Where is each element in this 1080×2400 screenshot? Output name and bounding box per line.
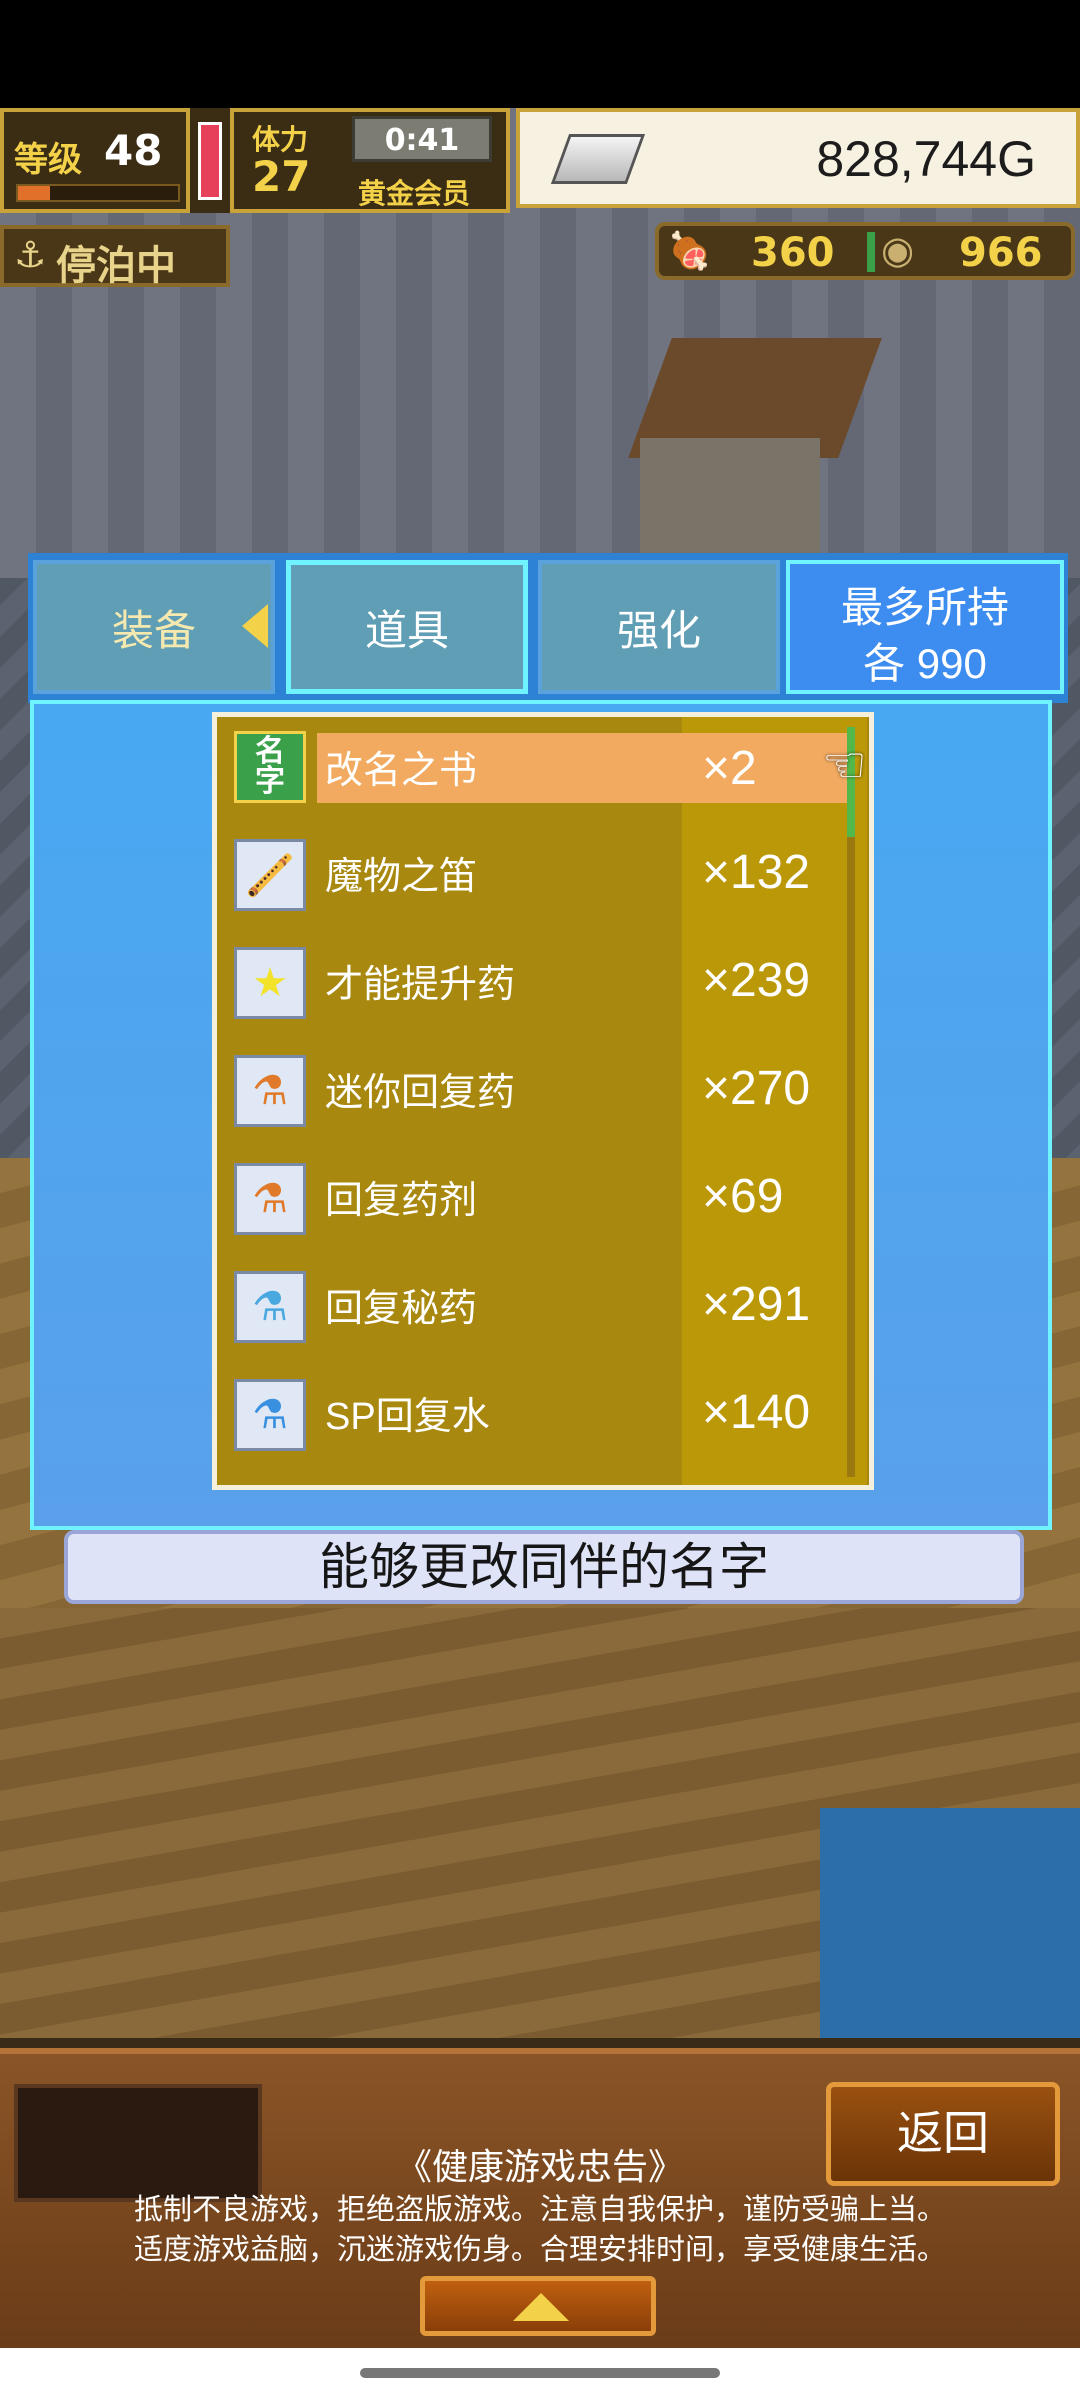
item-name: SP回复水 [325, 1396, 490, 1438]
star-icon: ★ [234, 947, 306, 1019]
item-quantity: ×239 [702, 954, 811, 1007]
item-quantity: ×69 [702, 1170, 784, 1223]
potion-icon: ⚗ [234, 1163, 306, 1235]
membership-label: 黄金会员 [358, 177, 471, 210]
stamina-tube [198, 122, 222, 200]
ship-rail [0, 2038, 1080, 2048]
max-hold-box: 最多所持 各 990 [786, 560, 1064, 694]
list-item[interactable]: ⚗ 回复秘药 ×291 [217, 1257, 869, 1365]
moored-status: ⚓ 停泊中 [0, 225, 230, 289]
stamina-gauge [190, 108, 230, 213]
gold-panel: 828,744G [516, 108, 1080, 208]
list-item[interactable]: 名字 改名之书 ×2 [217, 717, 869, 825]
resource-separator [867, 232, 875, 272]
item-name: 改名之书 [325, 750, 478, 792]
stamina-panel: 体力 27 0:41 黄金会员 [230, 108, 510, 213]
tab-enhance[interactable]: 强化 [538, 560, 780, 694]
item-name: 才能提升药 [325, 964, 516, 1006]
resources-panel: 🍖 360 ◉ 966 [655, 222, 1075, 280]
exp-bar-fill [18, 186, 50, 200]
tab-equipment[interactable]: 装备 [33, 560, 275, 694]
item-name: 回复药剂 [325, 1180, 478, 1222]
expand-button[interactable] [420, 2276, 656, 2336]
hand-pointer-icon: ☜ [822, 736, 867, 794]
item-quantity: ×270 [702, 1062, 811, 1115]
arrow-left-icon[interactable] [242, 604, 268, 648]
anchor-icon: ⚓ [14, 235, 47, 276]
level-label: 等级 [14, 140, 82, 180]
list-item[interactable]: ⚗ 迷你回复药 ×270 [217, 1041, 869, 1149]
list-item[interactable]: 🪈 魔物之笛 ×132 [217, 825, 869, 933]
sp-water-icon: ⚗ [234, 1379, 306, 1451]
meat-icon: 🍖 [667, 231, 712, 272]
max-hold-label: 最多所持 [840, 584, 1009, 631]
item-quantity: ×132 [702, 846, 811, 899]
max-hold-value: 各 990 [863, 640, 987, 687]
list-item[interactable]: ⚗ 回复药剂 ×69 [217, 1149, 869, 1257]
silver-ingot-icon [550, 134, 646, 184]
secret-potion-icon: ⚗ [234, 1271, 306, 1343]
arrow-up-icon [513, 2293, 569, 2321]
gold-value: 828,744G [816, 131, 1036, 187]
moored-label: 停泊中 [56, 243, 176, 289]
stamina-value: 27 [252, 152, 311, 201]
list-item[interactable]: ★ 才能提升药 ×239 [217, 933, 869, 1041]
bottom-panel: 返回 《健康游戏忠告》 抵制不良游戏，拒绝盗版游戏。注意自我保护，谨防受骗上当。… [0, 2048, 1080, 2348]
item-list[interactable]: 名字 改名之书 ×2 🪈 魔物之笛 ×132 ★ 才能提升药 ×239 ⚗ 迷你… [212, 712, 874, 1490]
name-book-icon: 名字 [234, 731, 306, 803]
item-description: 能够更改同伴的名字 [64, 1530, 1024, 1604]
mini-potion-icon: ⚗ [234, 1055, 306, 1127]
sea-water [820, 1808, 1080, 2048]
level-value: 48 [104, 126, 163, 175]
item-quantity: ×140 [702, 1386, 811, 1439]
health-notice-title: 《健康游戏忠告》 [395, 2146, 684, 2187]
medal-value: 966 [959, 230, 1043, 276]
stamina-timer: 0:41 [352, 116, 492, 162]
item-name: 迷你回复药 [325, 1072, 516, 1114]
item-quantity: ×2 [702, 742, 757, 795]
medal-icon: ◉ [881, 228, 915, 272]
item-quantity: ×291 [702, 1278, 811, 1331]
exp-bar [16, 184, 180, 202]
item-name: 回复秘药 [325, 1288, 478, 1330]
flute-icon: 🪈 [234, 839, 306, 911]
tab-items[interactable]: 道具 [286, 560, 528, 694]
level-panel: 等级 48 [0, 108, 190, 213]
health-notice-line-1: 抵制不良游戏，拒绝盗版游戏。注意自我保护，谨防受骗上当。 [133, 2194, 946, 2226]
home-indicator[interactable] [360, 2368, 720, 2378]
health-notice-line-2: 适度游戏益脑，沉迷游戏伤身。合理安排时间，享受健康生活。 [133, 2234, 946, 2266]
status-bar [0, 0, 1080, 108]
list-item[interactable]: ⚗ SP回复水 ×140 [217, 1365, 869, 1473]
food-value: 360 [751, 230, 835, 276]
item-name: 魔物之笛 [325, 856, 478, 898]
navigation-bar [0, 2348, 1080, 2400]
